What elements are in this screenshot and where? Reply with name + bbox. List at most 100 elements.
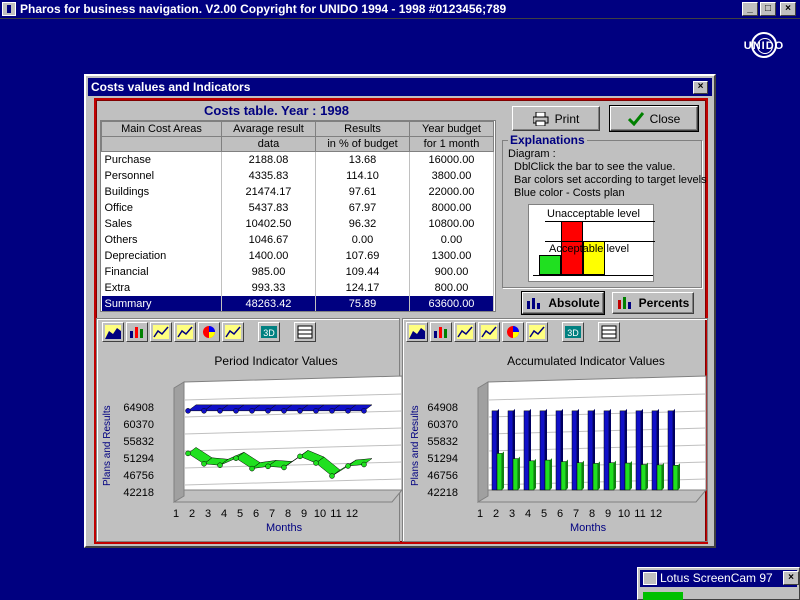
line-chart-icon xyxy=(457,325,473,339)
bar xyxy=(608,462,615,491)
area-chart-button[interactable] xyxy=(102,322,124,342)
table-cell: 22000.00 xyxy=(409,183,494,200)
data-point xyxy=(201,461,207,467)
column-header[interactable]: Main Cost Areas xyxy=(101,121,222,137)
app-title: Pharos for business navigation. V2.00 Co… xyxy=(20,2,507,16)
bar xyxy=(656,464,663,491)
table-row[interactable]: Sales 10402.50 96.32 10800.00 xyxy=(101,215,494,232)
x-tick-label: 9 xyxy=(300,508,308,520)
period-chart[interactable] xyxy=(166,372,406,508)
x-tick-label: 7 xyxy=(572,508,580,520)
pie-chart-button[interactable] xyxy=(198,322,220,342)
scatter-chart-button[interactable] xyxy=(174,322,196,342)
bar xyxy=(603,410,610,491)
table-row[interactable]: Financial 985.00 109.44 900.00 xyxy=(101,263,494,280)
x-tick-label: 8 xyxy=(284,508,292,520)
data-point xyxy=(297,408,303,414)
table-cell: 1400.00 xyxy=(221,247,316,264)
data-point xyxy=(329,473,335,479)
print-label: Print xyxy=(554,111,580,126)
data-point xyxy=(249,408,255,414)
screencam-icon xyxy=(643,572,657,585)
screencam-window[interactable]: Lotus ScreenCam 97 × xyxy=(637,567,800,600)
line-chart-button[interactable] xyxy=(454,322,476,342)
scatter-chart-icon xyxy=(481,325,497,339)
table-cell: 97.61 xyxy=(315,183,410,200)
bar xyxy=(491,410,498,491)
table-cell: Sales xyxy=(101,215,222,232)
app-title-bar: Pharos for business navigation. V2.00 Co… xyxy=(0,0,800,19)
table-row[interactable]: Others 1046.67 0.00 0.00 xyxy=(101,231,494,248)
x-tick-label: 1 xyxy=(476,508,484,520)
spline-chart-icon xyxy=(529,325,545,339)
column-header[interactable]: Avarage result xyxy=(221,121,316,137)
column-header[interactable]: Year budget xyxy=(409,121,494,137)
table-row[interactable]: Purchase 2188.08 13.68 16000.00 xyxy=(101,151,494,168)
table-view-button[interactable] xyxy=(294,322,316,342)
x-tick-label: 12 xyxy=(649,508,663,520)
scatter-chart-button[interactable] xyxy=(478,322,500,342)
table-row[interactable]: Buildings 21474.17 97.61 22000.00 xyxy=(101,183,494,200)
pie-chart-button[interactable] xyxy=(502,322,524,342)
table-row[interactable]: Extra 993.33 124.17 800.00 xyxy=(101,279,494,296)
baseline xyxy=(533,275,653,276)
x-tick-label: 4 xyxy=(524,508,532,520)
bar-side xyxy=(630,461,632,490)
bar-side xyxy=(566,459,568,490)
y-axis-label: Plans and Results xyxy=(102,405,113,486)
chart-floor xyxy=(476,489,708,503)
unido-logo-text: UNIDO xyxy=(743,40,785,52)
y-axis-label: Plans and Results xyxy=(410,405,421,486)
x-tick-label: 10 xyxy=(313,508,327,520)
bar xyxy=(576,462,583,491)
line-chart-button[interactable] xyxy=(150,322,172,342)
maximize-button[interactable]: □ xyxy=(760,2,776,16)
accumulated-chart[interactable] xyxy=(470,372,710,508)
bar xyxy=(555,410,562,491)
minimize-button[interactable]: _ xyxy=(742,2,758,16)
data-point xyxy=(233,455,239,461)
column-header[interactable]: Results xyxy=(315,121,410,137)
threed-button[interactable]: 3D xyxy=(562,322,584,342)
dialog-close-icon[interactable]: × xyxy=(693,81,708,94)
bar xyxy=(512,458,519,491)
bar xyxy=(667,410,674,491)
table-view-button[interactable] xyxy=(598,322,620,342)
area-chart-button[interactable] xyxy=(406,322,428,342)
table-cell: 0.00 xyxy=(409,231,494,248)
app-menu-icon[interactable] xyxy=(2,2,16,16)
table-row[interactable]: Depreciation 1400.00 107.69 1300.00 xyxy=(101,247,494,264)
screencam-title-bar: Lotus ScreenCam 97 xyxy=(640,570,797,587)
table-row[interactable]: Personnel 4335.83 114.10 3800.00 xyxy=(101,167,494,184)
explanation-line: Bar colors set according to target level… xyxy=(514,174,707,186)
print-button[interactable]: Print xyxy=(512,106,600,131)
spline-chart-button[interactable] xyxy=(526,322,548,342)
pie-chart-icon xyxy=(507,326,519,338)
x-tick-label: 10 xyxy=(617,508,631,520)
bar-side xyxy=(678,463,680,490)
y-tick-label: 46756 xyxy=(123,470,154,482)
spline-chart-button[interactable] xyxy=(222,322,244,342)
data-point xyxy=(185,450,191,457)
app-close-button[interactable]: × xyxy=(780,2,796,16)
data-point xyxy=(265,408,271,414)
table-cell: 75.89 xyxy=(315,295,410,311)
costs-table[interactable]: Main Cost Areas Avarage result Results Y… xyxy=(100,120,496,312)
table-row[interactable]: Summary 48263.42 75.89 63600.00 xyxy=(101,295,494,311)
bar-chart-button[interactable] xyxy=(126,322,148,342)
percents-button[interactable]: Percents xyxy=(612,292,694,314)
x-tick-label: 8 xyxy=(588,508,596,520)
bar-chart-button[interactable] xyxy=(430,322,452,342)
threed-button[interactable]: 3D xyxy=(258,322,280,342)
absolute-button[interactable]: Absolute xyxy=(521,291,605,315)
x-tick-label: 6 xyxy=(556,508,564,520)
close-button[interactable]: Close xyxy=(609,105,699,132)
explanations-heading: Explanations xyxy=(508,133,587,147)
table-row[interactable]: Office 5437.83 67.97 8000.00 xyxy=(101,199,494,216)
screencam-close-button[interactable]: × xyxy=(783,571,799,585)
bar xyxy=(528,460,535,491)
data-point xyxy=(281,464,287,471)
recording-progress xyxy=(643,592,683,600)
y-tick-label: 42218 xyxy=(123,487,154,499)
bar-side xyxy=(582,460,584,490)
